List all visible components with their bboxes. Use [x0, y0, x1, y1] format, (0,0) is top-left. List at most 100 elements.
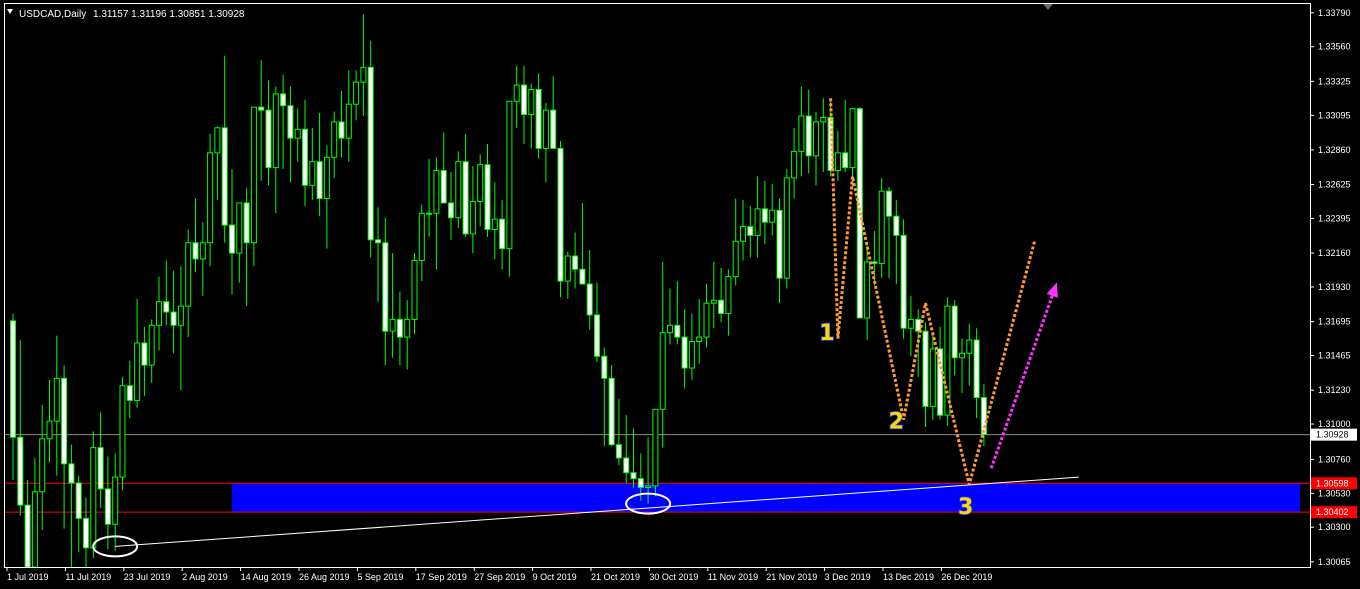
candle-body — [951, 305, 958, 359]
candle-body — [820, 116, 827, 123]
candle-body — [258, 106, 265, 111]
time-tick-label: 11 Nov 2019 — [708, 572, 758, 582]
candle-body — [469, 200, 476, 235]
candle-body — [148, 324, 155, 366]
candle-body — [922, 330, 929, 407]
candle-body — [112, 476, 119, 525]
candle-body — [360, 66, 367, 83]
candle-body — [345, 103, 352, 139]
candle-body — [754, 208, 761, 236]
candle-body — [521, 84, 527, 116]
candle — [572, 232, 579, 289]
candle — [900, 219, 907, 339]
time-tick-label: 5 Sep 2019 — [357, 572, 403, 582]
candle-body — [302, 128, 308, 186]
candle — [75, 475, 82, 553]
candle — [287, 86, 294, 183]
candle — [922, 322, 929, 427]
candle — [688, 313, 695, 380]
candle-body — [506, 100, 513, 250]
price-tick-label: 1.33095 — [1318, 110, 1351, 120]
candle — [718, 267, 725, 323]
time-tick-label: 14 Aug 2019 — [241, 572, 292, 582]
candle — [557, 141, 564, 298]
candle — [280, 74, 287, 170]
wave-label-2: 2 — [889, 409, 904, 434]
candle — [798, 86, 805, 177]
candle — [834, 130, 841, 181]
current-price-tag-text: 1.30928 — [1316, 430, 1349, 440]
candle-body — [761, 208, 768, 223]
candle-body — [455, 161, 462, 219]
candle-body — [192, 242, 199, 260]
time-tick-label: 13 Dec 2019 — [883, 572, 934, 582]
candle-body — [185, 242, 192, 307]
candle — [258, 60, 265, 181]
candle — [820, 98, 827, 173]
candle-body — [688, 341, 695, 369]
candle — [630, 428, 637, 488]
candle — [134, 298, 141, 408]
candle-body — [907, 318, 914, 329]
candle-body — [813, 121, 819, 157]
candle — [535, 73, 542, 159]
time-axis: 1 Jul 2019 11 Jul 2019 23 Jul 2019 2 Aug 20… — [6, 567, 992, 582]
candle — [550, 76, 557, 149]
candle-body — [104, 488, 111, 525]
price-tick-label: 1.30065 — [1318, 557, 1351, 567]
candle-body — [404, 318, 411, 338]
candle — [681, 309, 688, 389]
candle-body — [214, 127, 221, 154]
candle — [659, 261, 666, 448]
candle-body — [579, 268, 586, 285]
candle-body — [798, 115, 805, 152]
candle-body — [250, 106, 257, 244]
candle-body — [740, 226, 746, 242]
candle — [601, 347, 608, 447]
candle-body — [652, 408, 659, 487]
candle — [104, 456, 111, 550]
candle — [353, 70, 360, 121]
candle — [783, 169, 790, 289]
time-tick-label: 21 Nov 2019 — [766, 572, 817, 582]
candle — [375, 207, 381, 302]
price-tick-label: 1.33560 — [1318, 42, 1351, 52]
candle — [521, 65, 527, 145]
candle — [272, 86, 279, 214]
candle-body — [367, 66, 374, 241]
candle-body — [199, 242, 206, 260]
chart-symbol: USDCAD,Daily — [19, 9, 86, 20]
candle-body — [433, 170, 440, 214]
candle — [667, 288, 673, 345]
candle-body — [637, 478, 644, 488]
candle — [243, 188, 250, 307]
candle-body — [309, 161, 316, 186]
candle-body — [878, 190, 885, 264]
candle-body — [601, 355, 608, 379]
candle — [586, 250, 593, 330]
time-tick-label: 17 Sep 2019 — [416, 572, 467, 582]
candle-body — [980, 397, 987, 435]
candle-body — [528, 88, 535, 116]
candle — [265, 80, 272, 186]
candle — [579, 202, 586, 285]
candle-body — [871, 261, 878, 264]
price-chart[interactable]: USDCAD,Daily 1.31157 1.31196 1.30851 1.3… — [0, 0, 1360, 589]
candle — [623, 415, 630, 483]
shift-marker-icon[interactable] — [1043, 4, 1053, 10]
candle — [966, 323, 973, 386]
candle — [338, 90, 345, 158]
candle-body — [75, 482, 82, 519]
candle — [455, 151, 462, 229]
price-tick-label: 1.32860 — [1318, 145, 1351, 155]
symbol-dropdown-icon[interactable] — [7, 9, 13, 14]
candle-body — [170, 311, 177, 326]
candle-body — [535, 88, 542, 149]
candle — [141, 326, 148, 397]
candle — [440, 132, 447, 204]
candle — [506, 100, 513, 277]
candle — [674, 281, 681, 345]
price-tick-label: 1.31695 — [1318, 317, 1351, 327]
price-tick-label: 1.33790 — [1318, 8, 1351, 18]
candle-body — [418, 212, 425, 261]
